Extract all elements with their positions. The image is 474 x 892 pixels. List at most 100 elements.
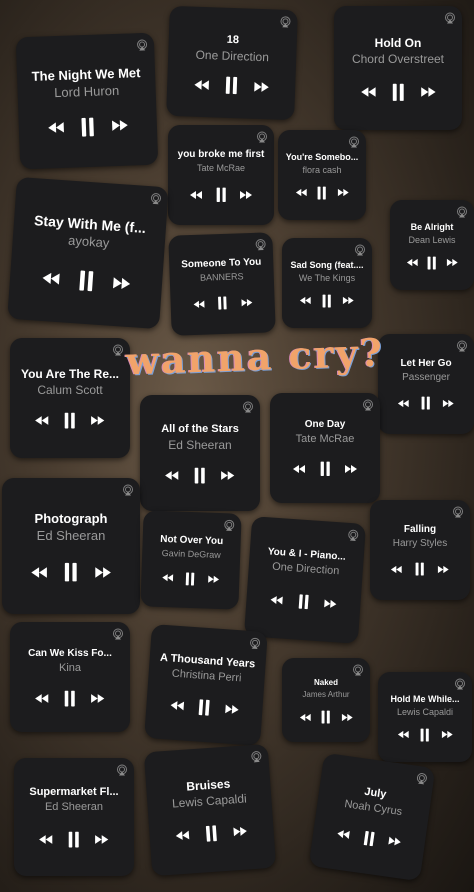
rewind-icon[interactable] [192,299,205,308]
now-playing-widget[interactable]: A Thousand Years Christina Perri [144,624,268,746]
airplay-icon[interactable] [354,244,366,256]
airplay-icon[interactable] [347,529,360,542]
rewind-icon[interactable] [406,258,419,267]
fast-forward-icon[interactable] [232,825,248,837]
now-playing-widget[interactable]: July Noah Cyrus [308,752,436,882]
rewind-icon[interactable] [336,829,351,841]
pause-icon[interactable] [185,571,195,586]
airplay-icon[interactable] [250,750,263,763]
fast-forward-icon[interactable] [253,80,270,93]
fast-forward-icon[interactable] [337,188,350,197]
pause-icon[interactable] [321,710,331,724]
fast-forward-icon[interactable] [111,276,132,291]
fast-forward-icon[interactable] [94,834,109,845]
rewind-icon[interactable] [390,565,403,574]
fast-forward-icon[interactable] [437,565,450,574]
rewind-icon[interactable] [46,121,65,135]
fast-forward-icon[interactable] [220,470,235,481]
airplay-icon[interactable] [116,764,128,776]
airplay-icon[interactable] [456,340,468,352]
now-playing-widget[interactable]: Sad Song (feat.... We The Kings [282,238,372,328]
rewind-icon[interactable] [164,470,179,481]
now-playing-widget[interactable]: You Are The Re... Calum Scott [10,338,130,458]
pause-icon[interactable] [427,256,437,270]
airplay-icon[interactable] [415,772,429,786]
airplay-icon[interactable] [223,519,235,531]
fast-forward-icon[interactable] [341,713,354,722]
rewind-icon[interactable] [161,573,174,582]
pause-icon[interactable] [78,269,94,292]
rewind-icon[interactable] [299,713,312,722]
pause-icon[interactable] [421,396,431,410]
airplay-icon[interactable] [348,136,360,148]
airplay-icon[interactable] [352,664,364,676]
rewind-icon[interactable] [175,829,191,841]
airplay-icon[interactable] [242,401,254,413]
fast-forward-icon[interactable] [446,258,459,267]
pause-icon[interactable] [322,294,332,308]
pause-icon[interactable] [420,728,430,742]
pause-icon[interactable] [218,296,228,310]
fast-forward-icon[interactable] [442,399,455,408]
now-playing-widget[interactable]: You & I - Piano... One Direction [243,516,367,644]
pause-icon[interactable] [64,690,75,707]
pause-icon[interactable] [298,594,309,610]
now-playing-widget[interactable]: you broke me first Tate McRae [168,125,274,225]
fast-forward-icon[interactable] [342,296,355,305]
rewind-icon[interactable] [193,78,210,91]
now-playing-widget[interactable]: Supermarket Fl... Ed Sheeran [14,758,134,876]
rewind-icon[interactable] [38,834,53,845]
now-playing-widget[interactable]: Photograph Ed Sheeran [2,478,140,614]
now-playing-widget[interactable]: Naked James Arthur [282,658,370,742]
rewind-icon[interactable] [360,86,377,98]
rewind-icon[interactable] [299,296,312,305]
rewind-icon[interactable] [34,693,49,704]
now-playing-widget[interactable]: Hold On Chord Overstreet [334,6,462,130]
now-playing-widget[interactable]: Falling Harry Styles [370,500,470,600]
fast-forward-icon[interactable] [94,566,112,579]
now-playing-widget[interactable]: One Day Tate McRae [270,393,380,503]
now-playing-widget[interactable]: Stay With Me (f... ayokay [7,176,169,330]
airplay-icon[interactable] [254,238,266,251]
airplay-icon[interactable] [452,506,464,518]
fast-forward-icon[interactable] [344,464,358,474]
now-playing-widget[interactable]: Can We Kiss Fo... Kina [10,622,130,732]
now-playing-widget[interactable]: Someone To You BANNERS [168,232,276,336]
airplay-icon[interactable] [444,12,456,24]
fast-forward-icon[interactable] [420,86,437,98]
rewind-icon[interactable] [30,566,48,579]
fast-forward-icon[interactable] [240,297,253,306]
airplay-icon[interactable] [150,192,163,205]
fast-forward-icon[interactable] [90,415,105,426]
rewind-icon[interactable] [295,188,308,197]
fast-forward-icon[interactable] [207,575,220,584]
rewind-icon[interactable] [270,595,285,606]
pause-icon[interactable] [317,186,327,200]
airplay-icon[interactable] [456,206,468,218]
rewind-icon[interactable] [169,699,185,711]
rewind-icon[interactable] [189,190,203,200]
pause-icon[interactable] [320,461,330,477]
airplay-icon[interactable] [249,637,262,650]
fast-forward-icon[interactable] [224,703,240,715]
pause-icon[interactable] [216,187,226,203]
airplay-icon[interactable] [136,39,148,51]
fast-forward-icon[interactable] [239,190,253,200]
now-playing-widget[interactable]: The Night We Met Lord Huron [15,32,159,170]
now-playing-widget[interactable]: You're Somebo... flora cash [278,130,366,220]
pause-icon[interactable] [64,412,75,429]
pause-icon[interactable] [392,83,404,102]
airplay-icon[interactable] [362,399,374,411]
rewind-icon[interactable] [40,271,61,286]
airplay-icon[interactable] [112,344,124,356]
now-playing-widget[interactable]: Bruises Lewis Capaldi [143,743,277,877]
fast-forward-icon[interactable] [90,693,105,704]
rewind-icon[interactable] [34,415,49,426]
now-playing-widget[interactable]: Not Over You Gavin DeGraw [140,510,242,610]
airplay-icon[interactable] [279,16,291,28]
now-playing-widget[interactable]: Let Her Go Passenger [378,334,474,434]
now-playing-widget[interactable]: All of the Stars Ed Sheeran [140,395,260,511]
rewind-icon[interactable] [397,399,410,408]
now-playing-widget[interactable]: Be Alright Dean Lewis [390,200,474,290]
pause-icon[interactable] [68,831,79,848]
